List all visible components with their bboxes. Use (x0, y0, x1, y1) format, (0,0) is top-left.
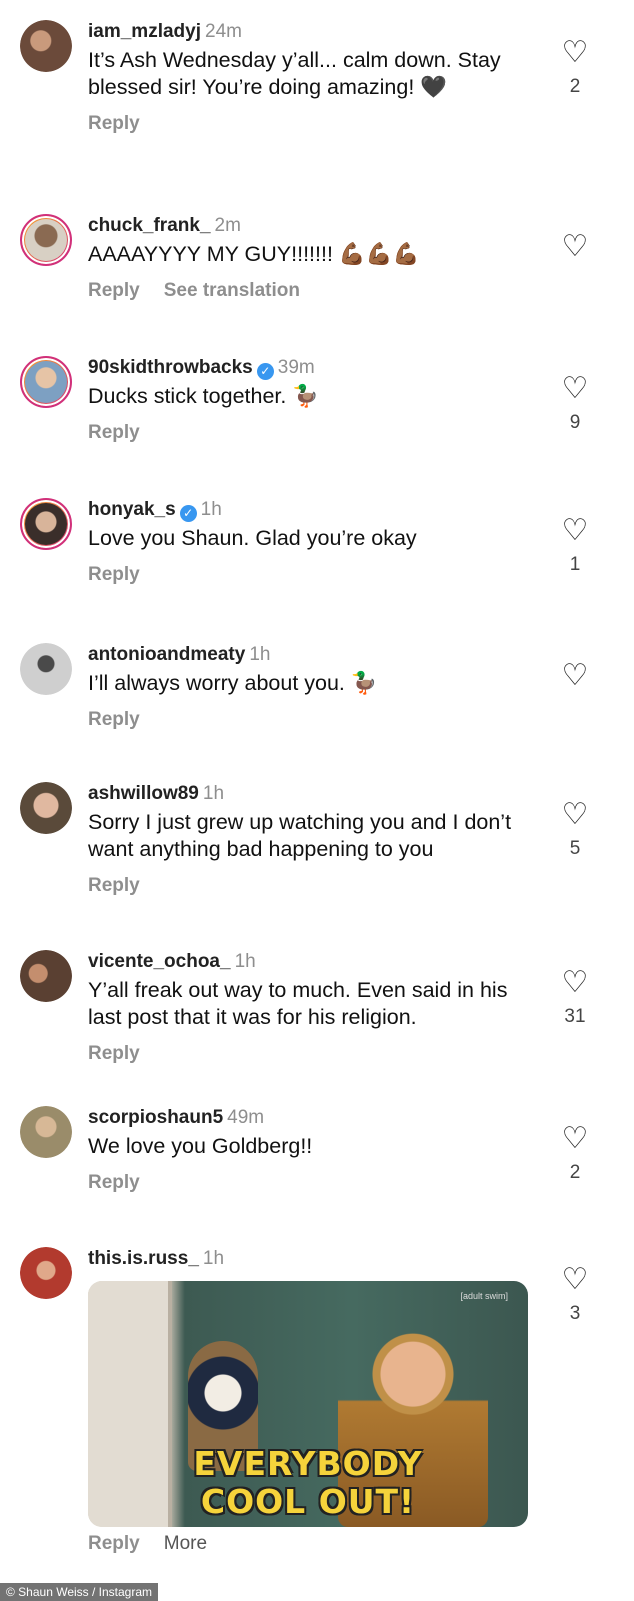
username[interactable]: scorpioshaun5 (88, 1107, 223, 1128)
avatar[interactable] (20, 1106, 72, 1158)
comment-text: AAAAYYYY MY GUY!!!!!!! 💪🏾💪🏾💪🏾 (88, 242, 420, 266)
comment-text: It’s Ash Wednesday y’all... calm down. S… (88, 48, 501, 99)
heart-icon[interactable]: ♡ (560, 968, 590, 998)
heart-icon[interactable]: ♡ (560, 374, 590, 404)
avatar[interactable] (20, 356, 72, 408)
reply-button[interactable]: Reply (88, 564, 140, 585)
heart-icon[interactable]: ♡ (560, 800, 590, 830)
avatar[interactable] (20, 20, 72, 72)
gif-watermark: [adult swim] (460, 1291, 508, 1301)
comment-text: We love you Goldberg!! (88, 1134, 313, 1158)
username[interactable]: iam_mzladyj (88, 21, 201, 42)
like-count: 31 (564, 1006, 586, 1027)
timestamp: 1h (234, 951, 256, 972)
reply-button[interactable]: Reply (88, 280, 140, 301)
gif-attachment[interactable]: [adult swim] EVERYBODY COOL OUT! (88, 1281, 528, 1527)
timestamp: 1h (249, 644, 271, 665)
comment-text: Ducks stick together. 🦆 (88, 384, 320, 408)
see-translation-button[interactable]: See translation (164, 280, 300, 301)
like-count: 2 (569, 76, 581, 97)
timestamp: 49m (227, 1107, 265, 1128)
heart-icon[interactable]: ♡ (560, 1265, 590, 1295)
timestamp: 1h (202, 783, 225, 804)
verified-badge-icon: ✓ (256, 363, 274, 380)
reply-button[interactable]: Reply (88, 1043, 140, 1064)
heart-icon[interactable]: ♡ (560, 1124, 590, 1154)
avatar[interactable] (20, 1247, 72, 1299)
heart-icon[interactable]: ♡ (560, 516, 590, 546)
username[interactable]: ashwillow89 (88, 783, 199, 804)
image-credit: © Shaun Weiss / Instagram (0, 1583, 159, 1601)
heart-icon[interactable]: ♡ (560, 38, 590, 68)
username[interactable]: chuck_frank_ (88, 215, 211, 236)
avatar[interactable] (20, 782, 72, 834)
username[interactable]: this.is.russ_ (88, 1248, 199, 1269)
comment-text: Y’all freak out way to much. Even said i… (88, 978, 508, 1029)
timestamp: 2m (214, 215, 241, 236)
heart-icon[interactable]: ♡ (560, 661, 590, 691)
heart-icon[interactable]: ♡ (560, 232, 590, 262)
reply-button[interactable]: Reply (88, 1172, 140, 1193)
reply-button[interactable]: Reply (88, 422, 140, 443)
like-count: 9 (569, 412, 581, 433)
comment-text: Love you Shaun. Glad you’re okay (88, 526, 417, 550)
timestamp: 1h (202, 1248, 225, 1269)
avatar[interactable] (20, 950, 72, 1002)
avatar[interactable] (20, 498, 72, 550)
gif-caption: EVERYBODY COOL OUT! (88, 1445, 528, 1521)
verified-badge-icon: ✓ (179, 505, 197, 522)
comment-text: I’ll always worry about you. 🦆 (88, 671, 378, 695)
username[interactable]: honyak_s (88, 499, 176, 520)
gif-caption-line: EVERYBODY (193, 1444, 423, 1483)
avatar[interactable] (20, 643, 72, 695)
reply-button[interactable]: Reply (88, 875, 140, 896)
username[interactable]: 90skidthrowbacks (88, 357, 253, 378)
reply-button[interactable]: Reply (88, 1533, 140, 1554)
like-count: 2 (569, 1162, 581, 1183)
reply-button[interactable]: Reply (88, 113, 140, 134)
timestamp: 39m (277, 357, 315, 378)
like-count: 5 (569, 838, 581, 859)
avatar[interactable] (20, 214, 72, 266)
reply-button[interactable]: Reply (88, 709, 140, 730)
gif-caption-line: COOL OUT! (200, 1482, 416, 1521)
like-count: 1 (569, 554, 581, 575)
more-button[interactable]: More (164, 1533, 207, 1554)
like-count: 3 (569, 1303, 581, 1324)
timestamp: 1h (200, 499, 222, 520)
comment-text: Sorry I just grew up watching you and I … (88, 810, 512, 861)
username[interactable]: antonioandmeaty (88, 644, 245, 665)
timestamp: 24m (205, 21, 242, 42)
username[interactable]: vicente_ochoa_ (88, 951, 231, 972)
